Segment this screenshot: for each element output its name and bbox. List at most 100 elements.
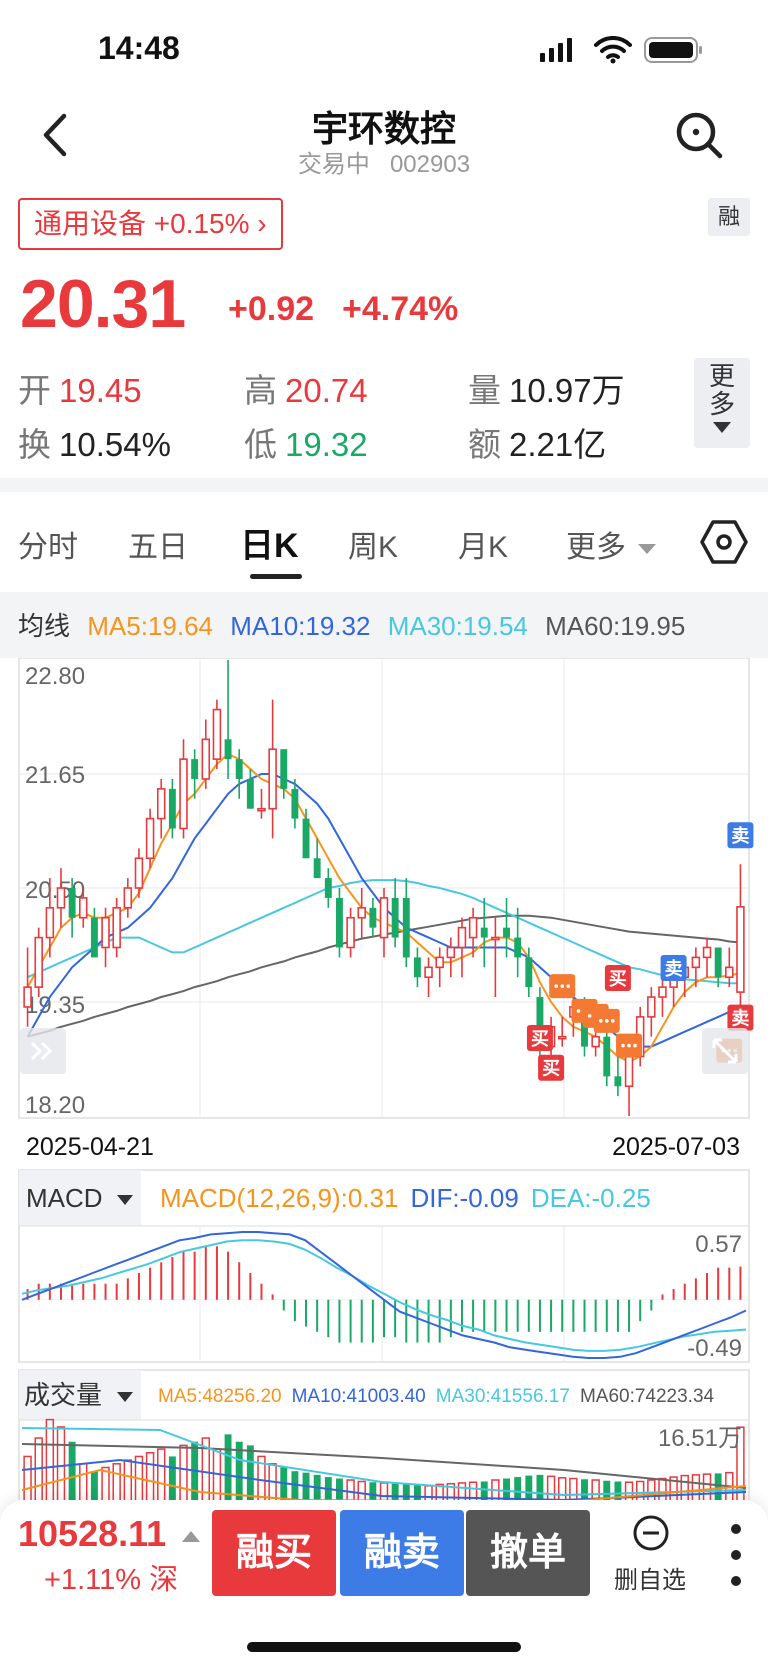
order-badge-dot bbox=[560, 984, 565, 988]
candle-down bbox=[68, 888, 76, 918]
stat-low-value: 19.32 bbox=[285, 426, 368, 463]
ma5-value: MA5:19.64 bbox=[87, 611, 213, 641]
candle-up bbox=[357, 907, 366, 919]
wifi-icon bbox=[594, 36, 632, 64]
margin-buy-button[interactable]: 融买 bbox=[212, 1510, 336, 1596]
candle-down bbox=[168, 788, 176, 829]
order-badge-dot bbox=[633, 1043, 637, 1048]
tab-weekly-k[interactable]: 周K bbox=[348, 522, 398, 566]
candle-up bbox=[212, 708, 222, 760]
macd-selector-label: MACD bbox=[26, 1183, 103, 1213]
ma30-value: MA30:19.54 bbox=[387, 611, 528, 641]
date-end-label: 2025-07-03 bbox=[612, 1133, 740, 1161]
candle-up bbox=[624, 1055, 634, 1088]
index-change: +1.11% 深 bbox=[44, 1564, 179, 1596]
candle-down bbox=[413, 957, 421, 978]
order-badge-dot bbox=[576, 1009, 581, 1013]
macd-dea: DEA:-0.25 bbox=[531, 1183, 651, 1213]
scroll-left-handle[interactable] bbox=[20, 1028, 66, 1074]
candle-down bbox=[224, 739, 232, 760]
expand-chart-button[interactable] bbox=[702, 1028, 748, 1074]
candle-down bbox=[503, 927, 510, 938]
volume-bar-up bbox=[691, 1474, 701, 1500]
vol-ma5: MA5:48256.20 bbox=[158, 1386, 282, 1407]
ma-legend: 均线 MA5:19.64 MA10:19.32 MA30:19.54 MA60:… bbox=[18, 606, 695, 643]
more-stats-button[interactable]: 更多 bbox=[694, 358, 750, 448]
home-indicator bbox=[247, 1642, 521, 1652]
candle-up bbox=[591, 1035, 600, 1048]
macd-min-label: -0.49 bbox=[687, 1335, 742, 1362]
order-badge-dot bbox=[598, 1019, 603, 1023]
minus-circle-icon bbox=[633, 1515, 669, 1551]
index-value[interactable]: 10528.11 bbox=[18, 1513, 201, 1555]
candle-up bbox=[446, 946, 456, 959]
vol-ma10: MA10:41003.40 bbox=[292, 1386, 426, 1407]
volume-bar-up bbox=[79, 1463, 88, 1500]
tab-monthly-k[interactable]: 月K bbox=[458, 522, 508, 566]
volume-bar-up bbox=[45, 1418, 55, 1500]
stat-volume-label: 量 bbox=[468, 372, 501, 409]
more-stats-label: 更多 bbox=[708, 361, 735, 419]
volume-bar-up bbox=[702, 1473, 712, 1500]
sector-tag[interactable]: 通用设备 +0.15% › bbox=[18, 198, 283, 250]
volume-bar-down bbox=[581, 1479, 588, 1500]
cancel-order-button[interactable]: 撤单 bbox=[466, 1510, 590, 1596]
candle-up bbox=[736, 906, 745, 993]
order-badge-dot bbox=[621, 1043, 625, 1048]
candle-up bbox=[379, 897, 389, 939]
section-divider bbox=[0, 478, 768, 492]
sell-marker: 卖 bbox=[727, 822, 754, 849]
volume-bar-down bbox=[714, 1473, 722, 1500]
index-value-text: 10528.11 bbox=[18, 1513, 167, 1554]
ma-legend-label: 均线 bbox=[18, 611, 71, 641]
tab-five-day[interactable]: 五日 bbox=[128, 522, 188, 566]
settings-hexagon-icon[interactable] bbox=[700, 518, 748, 566]
volume-bar-up bbox=[112, 1463, 121, 1500]
candle-up bbox=[557, 1035, 567, 1040]
stock-code: 002903 bbox=[389, 151, 471, 178]
candle-up bbox=[658, 986, 667, 998]
ma10-value: MA10:19.32 bbox=[230, 611, 371, 641]
volume-bar-down bbox=[224, 1434, 232, 1500]
order-badge bbox=[616, 1033, 643, 1058]
tab-more[interactable]: 更多 bbox=[566, 522, 657, 566]
volume-bar-down bbox=[369, 1482, 377, 1500]
candle-down bbox=[402, 897, 410, 958]
candle-up bbox=[34, 936, 43, 988]
candle-down bbox=[191, 759, 199, 779]
tab-intraday[interactable]: 分时 bbox=[18, 522, 78, 566]
volume-bar-down bbox=[391, 1483, 399, 1500]
date-start-label: 2025-04-21 bbox=[26, 1133, 154, 1161]
volume-bar-up bbox=[558, 1477, 567, 1500]
candle-down bbox=[324, 878, 332, 898]
volume-bar-down bbox=[246, 1445, 254, 1500]
volume-bar-up bbox=[145, 1452, 155, 1500]
more-vertical-icon[interactable] bbox=[726, 1520, 746, 1594]
candle-down bbox=[280, 749, 288, 789]
candle-up bbox=[725, 966, 734, 979]
macd-dif: DIF:-0.09 bbox=[410, 1183, 518, 1213]
candle-down bbox=[302, 818, 310, 859]
order-badge-dot bbox=[604, 1019, 609, 1023]
price-change: +0.92 bbox=[228, 290, 315, 328]
price-tick-4: 18.20 bbox=[25, 1092, 85, 1119]
buy-marker: 买 bbox=[604, 964, 631, 991]
search-button[interactable] bbox=[672, 108, 728, 164]
stock-subtitle: 交易中 002903 bbox=[0, 144, 768, 179]
stat-volume-value: 10.97万 bbox=[509, 372, 625, 409]
candle-up bbox=[134, 857, 144, 889]
last-price: 20.31 bbox=[20, 266, 186, 342]
macd-max-label: 0.57 bbox=[695, 1231, 742, 1258]
stat-turnover-value: 10.54% bbox=[59, 426, 171, 463]
buy-marker: 买 bbox=[538, 1054, 565, 1081]
stat-high-value: 20.74 bbox=[285, 372, 368, 409]
candle-up bbox=[424, 966, 433, 979]
tab-daily-k[interactable]: 日K bbox=[240, 518, 299, 567]
signal-icon bbox=[540, 38, 580, 62]
kline-chart[interactable]: 22.80 21.65 20.50 19.35 18.20 买买卖买卖卖 202… bbox=[0, 658, 768, 1500]
margin-sell-button[interactable]: 融卖 bbox=[340, 1510, 464, 1596]
volume-bar-up bbox=[591, 1479, 600, 1500]
volume-bar-up bbox=[658, 1477, 667, 1500]
price-tick-2: 20.50 bbox=[25, 877, 85, 904]
sell-marker-text: 卖 bbox=[731, 1008, 749, 1029]
